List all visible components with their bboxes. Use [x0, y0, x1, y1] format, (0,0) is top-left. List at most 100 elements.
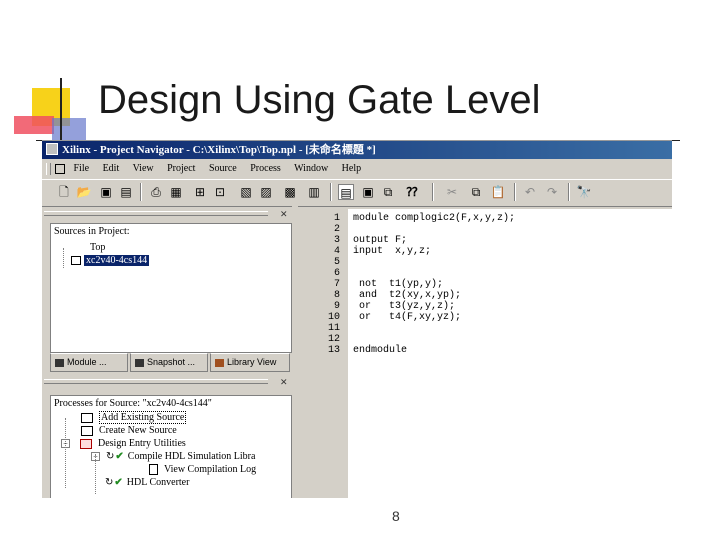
- processes-panel: ✕ Processes for Source: "xc2v40-4cs144" …: [42, 377, 292, 498]
- window-title: Xilinx - Project Navigator - C:\Xilinx\T…: [62, 144, 376, 156]
- process-icon: [81, 412, 93, 423]
- window-icon[interactable]: ▨: [258, 184, 274, 200]
- sources-panel-grip[interactable]: [44, 211, 268, 216]
- process-add-existing-source[interactable]: Add Existing Source: [81, 411, 187, 424]
- find-icon[interactable]: 🔭: [576, 184, 592, 200]
- processes-panel-grip[interactable]: [44, 379, 268, 384]
- menu-bar: File Edit View Project Source Process Wi…: [42, 161, 672, 177]
- processes-tree: Processes for Source: "xc2v40-4cs144" Ad…: [50, 395, 292, 498]
- library-icon: [215, 358, 224, 367]
- tile-icon[interactable]: ▥: [306, 184, 322, 200]
- sources-panel: ✕ Sources in Project: Top xc2v40-4cs144 …: [42, 209, 292, 373]
- line-number: 4: [333, 246, 340, 257]
- code-line: output F;: [353, 235, 408, 246]
- code-line: input x,y,z;: [353, 246, 432, 257]
- code-line: and t2(xy,x,yp);: [353, 290, 462, 301]
- process-hdl-converter[interactable]: ↻✔ HDL Converter: [105, 477, 189, 488]
- checkmark-icon: ✔: [115, 451, 124, 462]
- line-number: 10: [327, 312, 340, 323]
- process-design-entry-utilities[interactable]: − Design Entry Utilities: [61, 438, 186, 449]
- toolbar-separator: [432, 183, 434, 201]
- source-icon[interactable]: ⊡: [212, 184, 228, 200]
- tab-library-view[interactable]: Library View: [210, 353, 290, 372]
- sources-header: Sources in Project:: [54, 226, 130, 237]
- line-number: 2: [333, 224, 340, 235]
- deco-vertical-line: [60, 78, 62, 140]
- processes-panel-close-icon[interactable]: ✕: [280, 377, 288, 388]
- menu-help[interactable]: Help: [342, 163, 361, 174]
- redo-icon[interactable]: ↷: [544, 184, 560, 200]
- copy-icon[interactable]: ⧉: [468, 184, 484, 200]
- process-icon[interactable]: ⧉: [380, 184, 396, 200]
- tree-item-top[interactable]: Top: [77, 242, 105, 253]
- tree-connector: [63, 248, 64, 268]
- process-compile-hdl-simulation-libraries[interactable]: − ↻✔ Compile HDL Simulation Libra: [91, 451, 255, 462]
- menu-window[interactable]: Window: [294, 163, 328, 174]
- toolbar: 🗋 📂 ▣ ▤ ⎙ ▦ ⊞ ⊡ ▧ ▨ ▩ ▥ ▤ ▣ ⧉ ⁇ ✂ ⧉ 📋 ↶ …: [42, 179, 672, 207]
- help-icon[interactable]: ⁇: [404, 184, 420, 200]
- run-arrow-icon: ↻: [105, 477, 114, 488]
- document-menu-icon[interactable]: [55, 163, 65, 174]
- process-view-compilation-log[interactable]: View Compilation Log: [149, 464, 256, 476]
- collapse-icon[interactable]: −: [61, 439, 70, 449]
- menu-edit[interactable]: Edit: [103, 163, 120, 174]
- xilinx-app-icon: [46, 143, 58, 156]
- window-titlebar[interactable]: Xilinx - Project Navigator - C:\Xilinx\T…: [42, 141, 672, 159]
- collapse-icon[interactable]: −: [91, 452, 100, 462]
- project-node-icon: [77, 243, 87, 253]
- menu-process[interactable]: Process: [250, 163, 281, 174]
- utilities-icon: [80, 438, 92, 449]
- toolbar-separator: [330, 183, 332, 201]
- print-icon[interactable]: ⎙: [148, 184, 164, 200]
- menubar-grip: [46, 162, 51, 175]
- code-line: module complogic2(F,x,y,z);: [353, 213, 516, 224]
- line-number: 13: [327, 345, 340, 356]
- processes-header: Processes for Source: "xc2v40-4cs144": [54, 398, 212, 409]
- run-arrow-icon: ↻: [106, 451, 115, 462]
- project-navigator-window: Xilinx - Project Navigator - C:\Xilinx\T…: [42, 140, 672, 498]
- pane-splitter[interactable]: [292, 205, 298, 498]
- project-icon[interactable]: ⊞: [192, 184, 208, 200]
- page-number: 8: [392, 508, 400, 524]
- process-icon: [81, 425, 93, 436]
- line-number-gutter: 1 2 3 4 5 6 7 8 9 10 11 12 13: [318, 209, 349, 498]
- line-number: 11: [327, 323, 340, 334]
- line-number: 1: [333, 213, 340, 224]
- tab-snapshot-view[interactable]: Snapshot ...: [130, 353, 208, 372]
- tree-connector: [65, 418, 66, 488]
- camera-icon: [135, 358, 144, 367]
- tree-item-device[interactable]: xc2v40-4cs144: [71, 255, 150, 266]
- paste-icon[interactable]: 📋: [490, 184, 506, 200]
- menu-source[interactable]: Source: [209, 163, 237, 174]
- code-editor[interactable]: module complogic2(F,x,y,z); output F; in…: [349, 209, 672, 498]
- menu-view[interactable]: View: [133, 163, 154, 174]
- cut-icon[interactable]: ✂: [444, 184, 460, 200]
- line-number: 7: [333, 279, 340, 290]
- print-preview-icon[interactable]: ▦: [168, 184, 184, 200]
- code-line: or t4(F,xy,yz);: [353, 312, 462, 323]
- menu-project[interactable]: Project: [167, 163, 195, 174]
- code-line: or t3(yz,y,z);: [353, 301, 456, 312]
- module-tab-icon: [55, 358, 64, 367]
- code-line: not t1(yp,y);: [353, 279, 444, 290]
- sources-panel-close-icon[interactable]: ✕: [280, 209, 288, 220]
- tab-module-view[interactable]: Module ...: [50, 353, 128, 372]
- line-number: 9: [333, 301, 340, 312]
- save-all-icon[interactable]: ▤: [118, 184, 134, 200]
- save-icon[interactable]: ▣: [98, 184, 114, 200]
- new-file-icon[interactable]: 🗋: [56, 184, 72, 200]
- sources-tree: Sources in Project: Top xc2v40-4cs144: [50, 223, 292, 353]
- device-chip-icon: [71, 256, 81, 266]
- open-folder-icon[interactable]: 📂: [76, 184, 92, 200]
- deco-blue-square: [52, 118, 86, 142]
- process-create-new-source[interactable]: Create New Source: [81, 425, 177, 436]
- line-number: 12: [327, 334, 340, 345]
- menu-file[interactable]: File: [74, 163, 90, 174]
- process-icon[interactable]: ▧: [238, 184, 254, 200]
- undo-icon[interactable]: ↶: [522, 184, 538, 200]
- cascade-icon[interactable]: ▩: [282, 184, 298, 200]
- source-icon[interactable]: ▣: [360, 184, 376, 200]
- toolbar-separator: [514, 183, 516, 201]
- project-icon[interactable]: ▤: [338, 184, 354, 200]
- deco-red-bar: [14, 116, 54, 134]
